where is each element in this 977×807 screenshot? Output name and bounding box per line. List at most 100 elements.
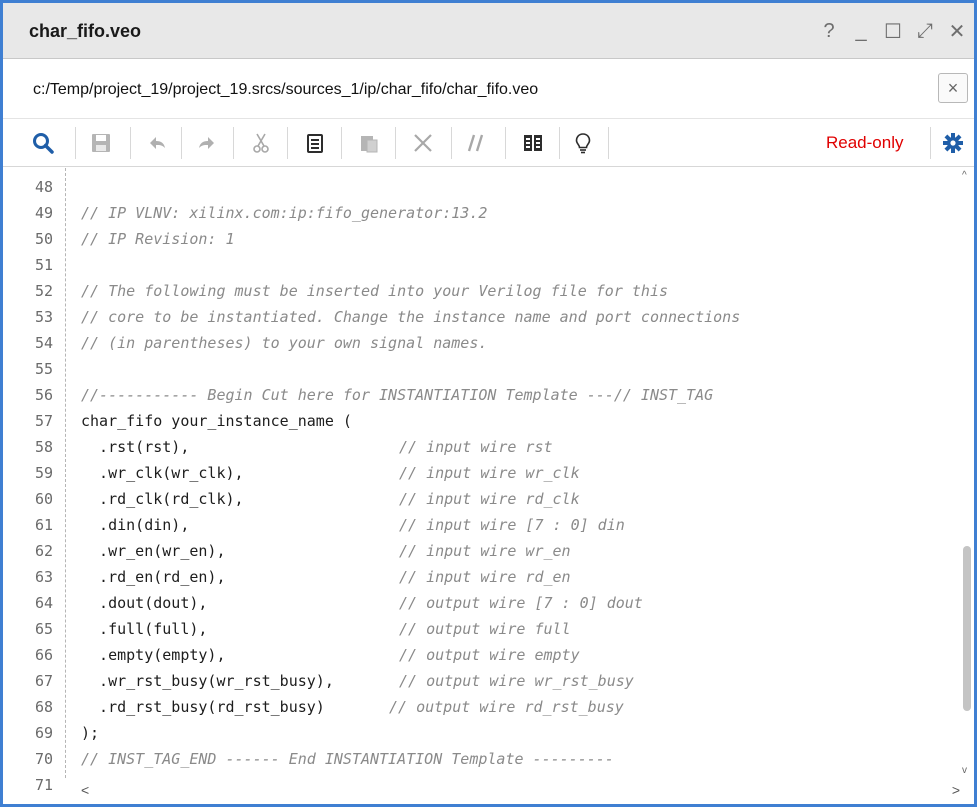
cut-icon[interactable] bbox=[247, 129, 275, 157]
code-line: // IP Revision: 1 bbox=[81, 230, 235, 248]
window-controls: ? _ ☐ ⤢ ✕ bbox=[818, 19, 968, 43]
maximize-button[interactable]: ☐ bbox=[882, 19, 904, 43]
code-statement: .rd_clk(rd_clk), bbox=[81, 490, 244, 508]
read-only-status: Read-only bbox=[826, 133, 904, 152]
columns-icon[interactable] bbox=[519, 129, 547, 157]
code-line: .rd_rst_busy(rd_rst_busy) // output wire … bbox=[81, 694, 624, 720]
toolbar-separator bbox=[181, 127, 182, 159]
copy-icon[interactable] bbox=[301, 129, 329, 157]
line-number: 49 bbox=[34, 204, 53, 222]
scroll-right-icon[interactable]: > bbox=[952, 782, 960, 798]
toolbar-separator bbox=[451, 127, 452, 159]
inline-comment: // output wire wr_rst_busy bbox=[399, 672, 634, 690]
search-icon[interactable] bbox=[29, 129, 57, 157]
code-area[interactable]: // IP VLNV: xilinx.com:ip:fifo_generator… bbox=[81, 168, 960, 778]
code-line: .dout(dout), // output wire [7 : 0] dout bbox=[81, 590, 643, 616]
settings-icon[interactable] bbox=[939, 129, 967, 157]
toolbar-separator bbox=[559, 127, 560, 159]
line-number: 52 bbox=[34, 282, 53, 300]
undo-icon[interactable] bbox=[143, 129, 171, 157]
code-line: //----------- Begin Cut here for INSTANT… bbox=[81, 386, 714, 404]
title-bar: char_fifo.veo ? _ ☐ ⤢ ✕ bbox=[3, 3, 974, 59]
line-number: 69 bbox=[34, 724, 53, 742]
line-number: 68 bbox=[34, 698, 53, 716]
inline-comment: // output wire [7 : 0] dout bbox=[399, 594, 643, 612]
code-statement: .rd_rst_busy(rd_rst_busy) bbox=[81, 698, 325, 716]
toolbar-separator bbox=[930, 127, 931, 159]
scroll-down-icon[interactable]: v bbox=[962, 765, 967, 776]
toolbar-separator bbox=[233, 127, 234, 159]
code-line: .din(din), // input wire [7 : 0] din bbox=[81, 512, 625, 538]
code-statement: .rd_en(rd_en), bbox=[81, 568, 226, 586]
inline-comment: // input wire [7 : 0] din bbox=[399, 516, 625, 534]
code-statement: .empty(empty), bbox=[81, 646, 226, 664]
line-number: 54 bbox=[34, 334, 53, 352]
editor-toolbar: Read-only bbox=[3, 119, 974, 167]
code-editor[interactable]: 48 49 50 51 52 53 54 55 56 57 58 59 60 61 62 63 64 65 66 67… bbox=[3, 168, 974, 804]
code-statement: .dout(dout), bbox=[81, 594, 208, 612]
scroll-up-icon[interactable]: ^ bbox=[962, 170, 967, 181]
code-line: .wr_clk(wr_clk), // input wire wr_clk bbox=[81, 460, 580, 486]
toolbar-separator bbox=[75, 127, 76, 159]
code-line: char_fifo your_instance_name ( bbox=[81, 412, 352, 430]
inline-comment: // input wire rd_clk bbox=[399, 490, 580, 508]
line-number: 67 bbox=[34, 672, 53, 690]
toolbar-separator bbox=[395, 127, 396, 159]
code-line: .wr_en(wr_en), // input wire wr_en bbox=[81, 538, 571, 564]
code-line: .rd_clk(rd_clk), // input wire rd_clk bbox=[81, 486, 580, 512]
line-number: 64 bbox=[34, 594, 53, 612]
minimize-button[interactable]: _ bbox=[850, 19, 872, 43]
toolbar-separator bbox=[505, 127, 506, 159]
line-number: 51 bbox=[34, 256, 53, 274]
line-number: 65 bbox=[34, 620, 53, 638]
close-file-button[interactable]: × bbox=[938, 73, 968, 103]
line-number: 61 bbox=[34, 516, 53, 534]
float-button[interactable]: ⤢ bbox=[914, 19, 936, 43]
toolbar-separator bbox=[130, 127, 131, 159]
redo-icon[interactable] bbox=[193, 129, 221, 157]
comment-icon[interactable] bbox=[463, 129, 491, 157]
gutter-divider bbox=[65, 168, 66, 778]
save-icon[interactable] bbox=[87, 129, 115, 157]
inline-comment: // output wire empty bbox=[399, 646, 580, 664]
inline-comment: // input wire wr_en bbox=[399, 542, 571, 560]
code-line: .empty(empty), // output wire empty bbox=[81, 642, 580, 668]
code-line: // core to be instantiated. Change the i… bbox=[81, 308, 741, 326]
code-line: // INST_TAG_END ------ End INSTANTIATION… bbox=[81, 750, 614, 768]
line-number: 63 bbox=[34, 568, 53, 586]
line-number: 50 bbox=[34, 230, 53, 248]
scroll-left-icon[interactable]: < bbox=[81, 782, 89, 798]
code-line: // IP VLNV: xilinx.com:ip:fifo_generator… bbox=[81, 204, 488, 222]
inline-comment: // input wire wr_clk bbox=[399, 464, 580, 482]
toolbar-separator bbox=[341, 127, 342, 159]
code-statement: .rst(rst), bbox=[81, 438, 190, 456]
vertical-scrollbar[interactable]: ^ v bbox=[962, 168, 972, 778]
line-number: 66 bbox=[34, 646, 53, 664]
code-line: .wr_rst_busy(wr_rst_busy), // output wire… bbox=[81, 668, 634, 694]
line-number-gutter: 48 49 50 51 52 53 54 55 56 57 58 59 60 61 62 63 64 65 66 67… bbox=[3, 168, 61, 794]
line-number: 57 bbox=[34, 412, 53, 430]
code-statement: .wr_clk(wr_clk), bbox=[81, 464, 244, 482]
help-button[interactable]: ? bbox=[818, 19, 840, 43]
code-line: // The following must be inserted into y… bbox=[81, 282, 668, 300]
horizontal-scrollbar[interactable]: < > bbox=[73, 782, 960, 798]
delete-icon[interactable] bbox=[409, 129, 437, 157]
editor-window: char_fifo.veo ? _ ☐ ⤢ ✕ c:/Temp/project_… bbox=[0, 0, 977, 807]
paste-icon[interactable] bbox=[355, 129, 383, 157]
line-number: 53 bbox=[34, 308, 53, 326]
code-line: // (in parentheses) to your own signal n… bbox=[81, 334, 488, 352]
code-statement: .wr_en(wr_en), bbox=[81, 542, 226, 560]
file-path: c:/Temp/project_19/project_19.srcs/sourc… bbox=[33, 81, 539, 98]
inline-comment: // input wire rst bbox=[399, 438, 553, 456]
line-number: 55 bbox=[34, 360, 53, 378]
window-title: char_fifo.veo bbox=[29, 21, 142, 41]
close-window-button[interactable]: ✕ bbox=[946, 19, 968, 43]
scroll-thumb[interactable] bbox=[963, 546, 971, 711]
line-number: 71 bbox=[34, 776, 53, 794]
line-number: 59 bbox=[34, 464, 53, 482]
lightbulb-icon[interactable] bbox=[569, 129, 597, 157]
line-number: 60 bbox=[34, 490, 53, 508]
inline-comment: // input wire rd_en bbox=[399, 568, 571, 586]
code-line: .rd_en(rd_en), // input wire rd_en bbox=[81, 564, 571, 590]
inline-comment: // output wire rd_rst_busy bbox=[389, 698, 624, 716]
